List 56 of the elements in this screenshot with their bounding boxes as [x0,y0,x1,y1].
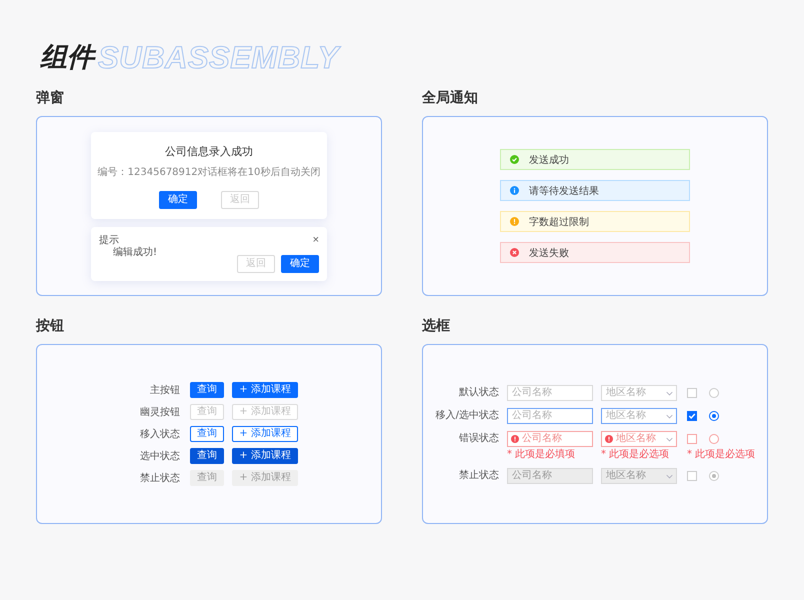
chevron-down-icon [666,436,673,442]
info-icon [510,186,519,195]
row-label: 默认状态 [458,386,499,400]
error-message: * 此项是必选项 [687,448,756,460]
region-select[interactable]: 地区名称 [601,408,677,424]
radio-button[interactable] [709,410,719,420]
row-label: 错误状态 [458,432,499,446]
page-title: 组件 [40,40,94,76]
warning-icon [510,217,519,226]
row-label: 主按钮 [149,384,180,397]
dialog-title: 提示 [99,234,119,246]
region-select[interactable]: 地区名称 [601,430,677,446]
row-label: 选中状态 [139,450,180,463]
chevron-down-icon [666,414,673,418]
error-icon [605,434,613,442]
section-title: 按钮 [36,317,65,336]
dialog-title: 公司信息录入成功 [165,144,253,158]
notification-text: 发送失败 [529,246,569,260]
success-icon [510,155,519,164]
dialog-message: 编号：12345678912对话框将在10秒后自动关闭 [98,166,320,178]
region-select[interactable]: 地区名称 [601,384,677,400]
checkbox[interactable] [687,410,697,420]
row-label: 禁止状态 [458,468,499,482]
section-title: 全局通知 [422,89,479,108]
company-name-field[interactable]: 公司名称 [507,430,593,446]
notification-text: 发送成功 [529,154,569,166]
notification-text: 字数超过限制 [529,216,589,228]
notification-text: 请等待发送结果 [529,184,599,198]
chevron-down-icon [666,390,673,396]
confirm-button[interactable]: 确定 [159,190,197,208]
close-button[interactable]: × [312,234,319,246]
row-label: 禁止状态 [139,472,180,485]
error-message: * 此项是必填项 [507,448,576,460]
row-label: 移入状态 [139,428,180,441]
radio-button[interactable] [709,434,719,444]
error-icon [510,248,519,257]
query-button[interactable]: 查询 [190,426,224,442]
error-icon [511,434,519,442]
error-message: * 此项是必选项 [601,448,670,460]
query-button[interactable]: 查询 [190,448,224,464]
radio-button[interactable] [709,388,719,398]
chevron-down-icon [666,474,673,478]
section-title: 选框 [422,317,451,336]
query-button[interactable]: 查询 [190,382,224,398]
company-name-field[interactable]: 公司名称 [507,408,593,424]
add-course-button[interactable]: + 添加课程 [232,448,298,464]
add-course-button[interactable]: + 添加课程 [232,426,298,442]
row-label: 移入/选中状态 [434,408,499,422]
add-course-button[interactable]: + 添加课程 [232,382,298,398]
checkbox[interactable] [687,434,697,444]
row-label: 幽灵按钮 [139,406,180,419]
section-title: 弹窗 [36,88,65,108]
confirm-button[interactable]: 确定 [281,254,319,272]
checkbox[interactable] [687,388,697,398]
dialog-message: 编辑成功! [113,246,158,258]
company-name-field[interactable]: 公司名称 [507,384,593,400]
